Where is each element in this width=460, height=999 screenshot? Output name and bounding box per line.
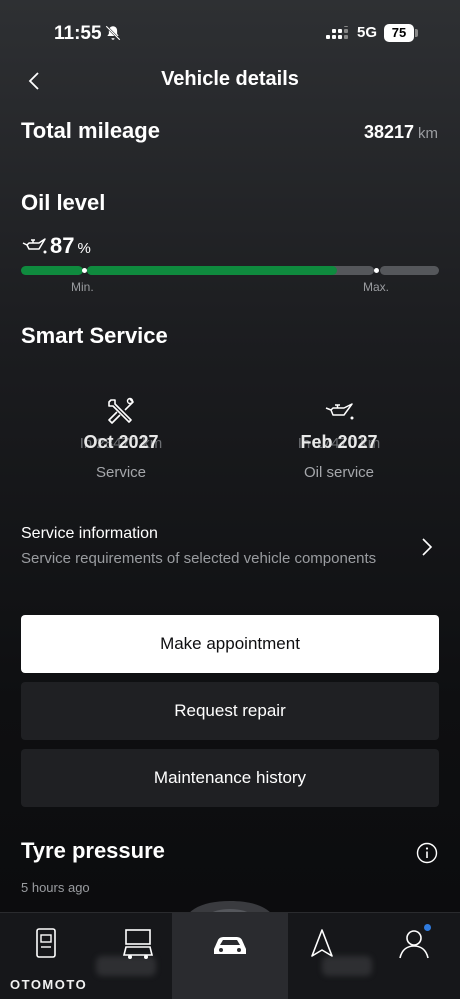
page-title: Vehicle details: [161, 68, 299, 90]
oil-max-label: Max.: [363, 280, 390, 294]
chevron-right-icon: [422, 538, 433, 556]
battery-level: 75: [384, 24, 414, 42]
oil-value: 87: [50, 233, 75, 258]
navigation-arrow-icon: [311, 929, 333, 957]
nav-item-phone-card[interactable]: [26, 927, 66, 961]
nav-item-car-service[interactable]: [118, 927, 158, 961]
nav-item-navigation[interactable]: [302, 927, 342, 961]
mileage-heading: Total mileage: [21, 118, 160, 143]
tyre-pressure-heading: Tyre pressure: [21, 838, 165, 863]
wrench-screwdriver-icon: [108, 397, 134, 424]
service-date: Oct 2027: [83, 432, 159, 452]
service-information-subtitle: Service requirements of selected vehicle…: [21, 550, 377, 567]
bell-muted-icon: [105, 25, 121, 41]
oil-bar-fill: [87, 266, 337, 275]
oil-bar-above-max: [380, 266, 439, 275]
service-item-oil: In 17470 km Feb 2027 Oil service: [239, 396, 439, 481]
oil-level-bar: [21, 266, 439, 275]
maintenance-history-button[interactable]: Maintenance history: [21, 749, 439, 807]
car-service-icon: [122, 929, 154, 959]
oil-heading: Oil level: [21, 190, 106, 215]
signal-icon: [326, 26, 348, 39]
phone-card-icon: [36, 928, 56, 958]
status-bar: 11:55 5G 75: [0, 0, 460, 66]
watermark: OTOMOTO: [10, 977, 88, 992]
request-repair-button[interactable]: Request repair: [21, 682, 439, 740]
oil-max-marker: [374, 268, 379, 273]
service-information-title: Service information: [21, 525, 158, 542]
oil-bar-below-min: [21, 266, 83, 275]
make-appointment-button[interactable]: Make appointment: [21, 615, 439, 673]
oil-can-icon: [22, 238, 47, 254]
status-time: 11:55: [54, 23, 102, 44]
nav-item-profile[interactable]: [394, 927, 434, 961]
oil-min-label: Min.: [71, 280, 94, 294]
oil-can-icon: [325, 403, 354, 420]
info-icon[interactable]: [416, 842, 438, 864]
smart-service-heading: Smart Service: [21, 323, 168, 348]
mileage-unit: km: [418, 125, 438, 142]
mileage-value: 38217 km: [364, 122, 438, 143]
tyre-updated-time: 5 hours ago: [21, 880, 90, 895]
mileage-number: 38217: [363, 122, 414, 142]
oil-service-label: Oil service: [303, 464, 374, 481]
nav-item-car[interactable]: [210, 927, 250, 961]
oil-min-marker: [82, 268, 87, 273]
service-label: Service: [95, 464, 147, 481]
notification-dot: [424, 924, 431, 931]
oil-unit: %: [77, 240, 91, 257]
car-icon: [214, 937, 246, 954]
battery-tip: [415, 29, 418, 37]
profile-icon: [399, 930, 429, 959]
network-label: 5G: [357, 24, 378, 41]
service-information-row[interactable]: Service information Service requirements…: [0, 520, 460, 576]
oil-percentage: 87%: [50, 233, 91, 259]
service-item-service: In 28470 km Oct 2027 Service: [21, 396, 221, 481]
oil-service-date: Feb 2027: [300, 432, 378, 452]
